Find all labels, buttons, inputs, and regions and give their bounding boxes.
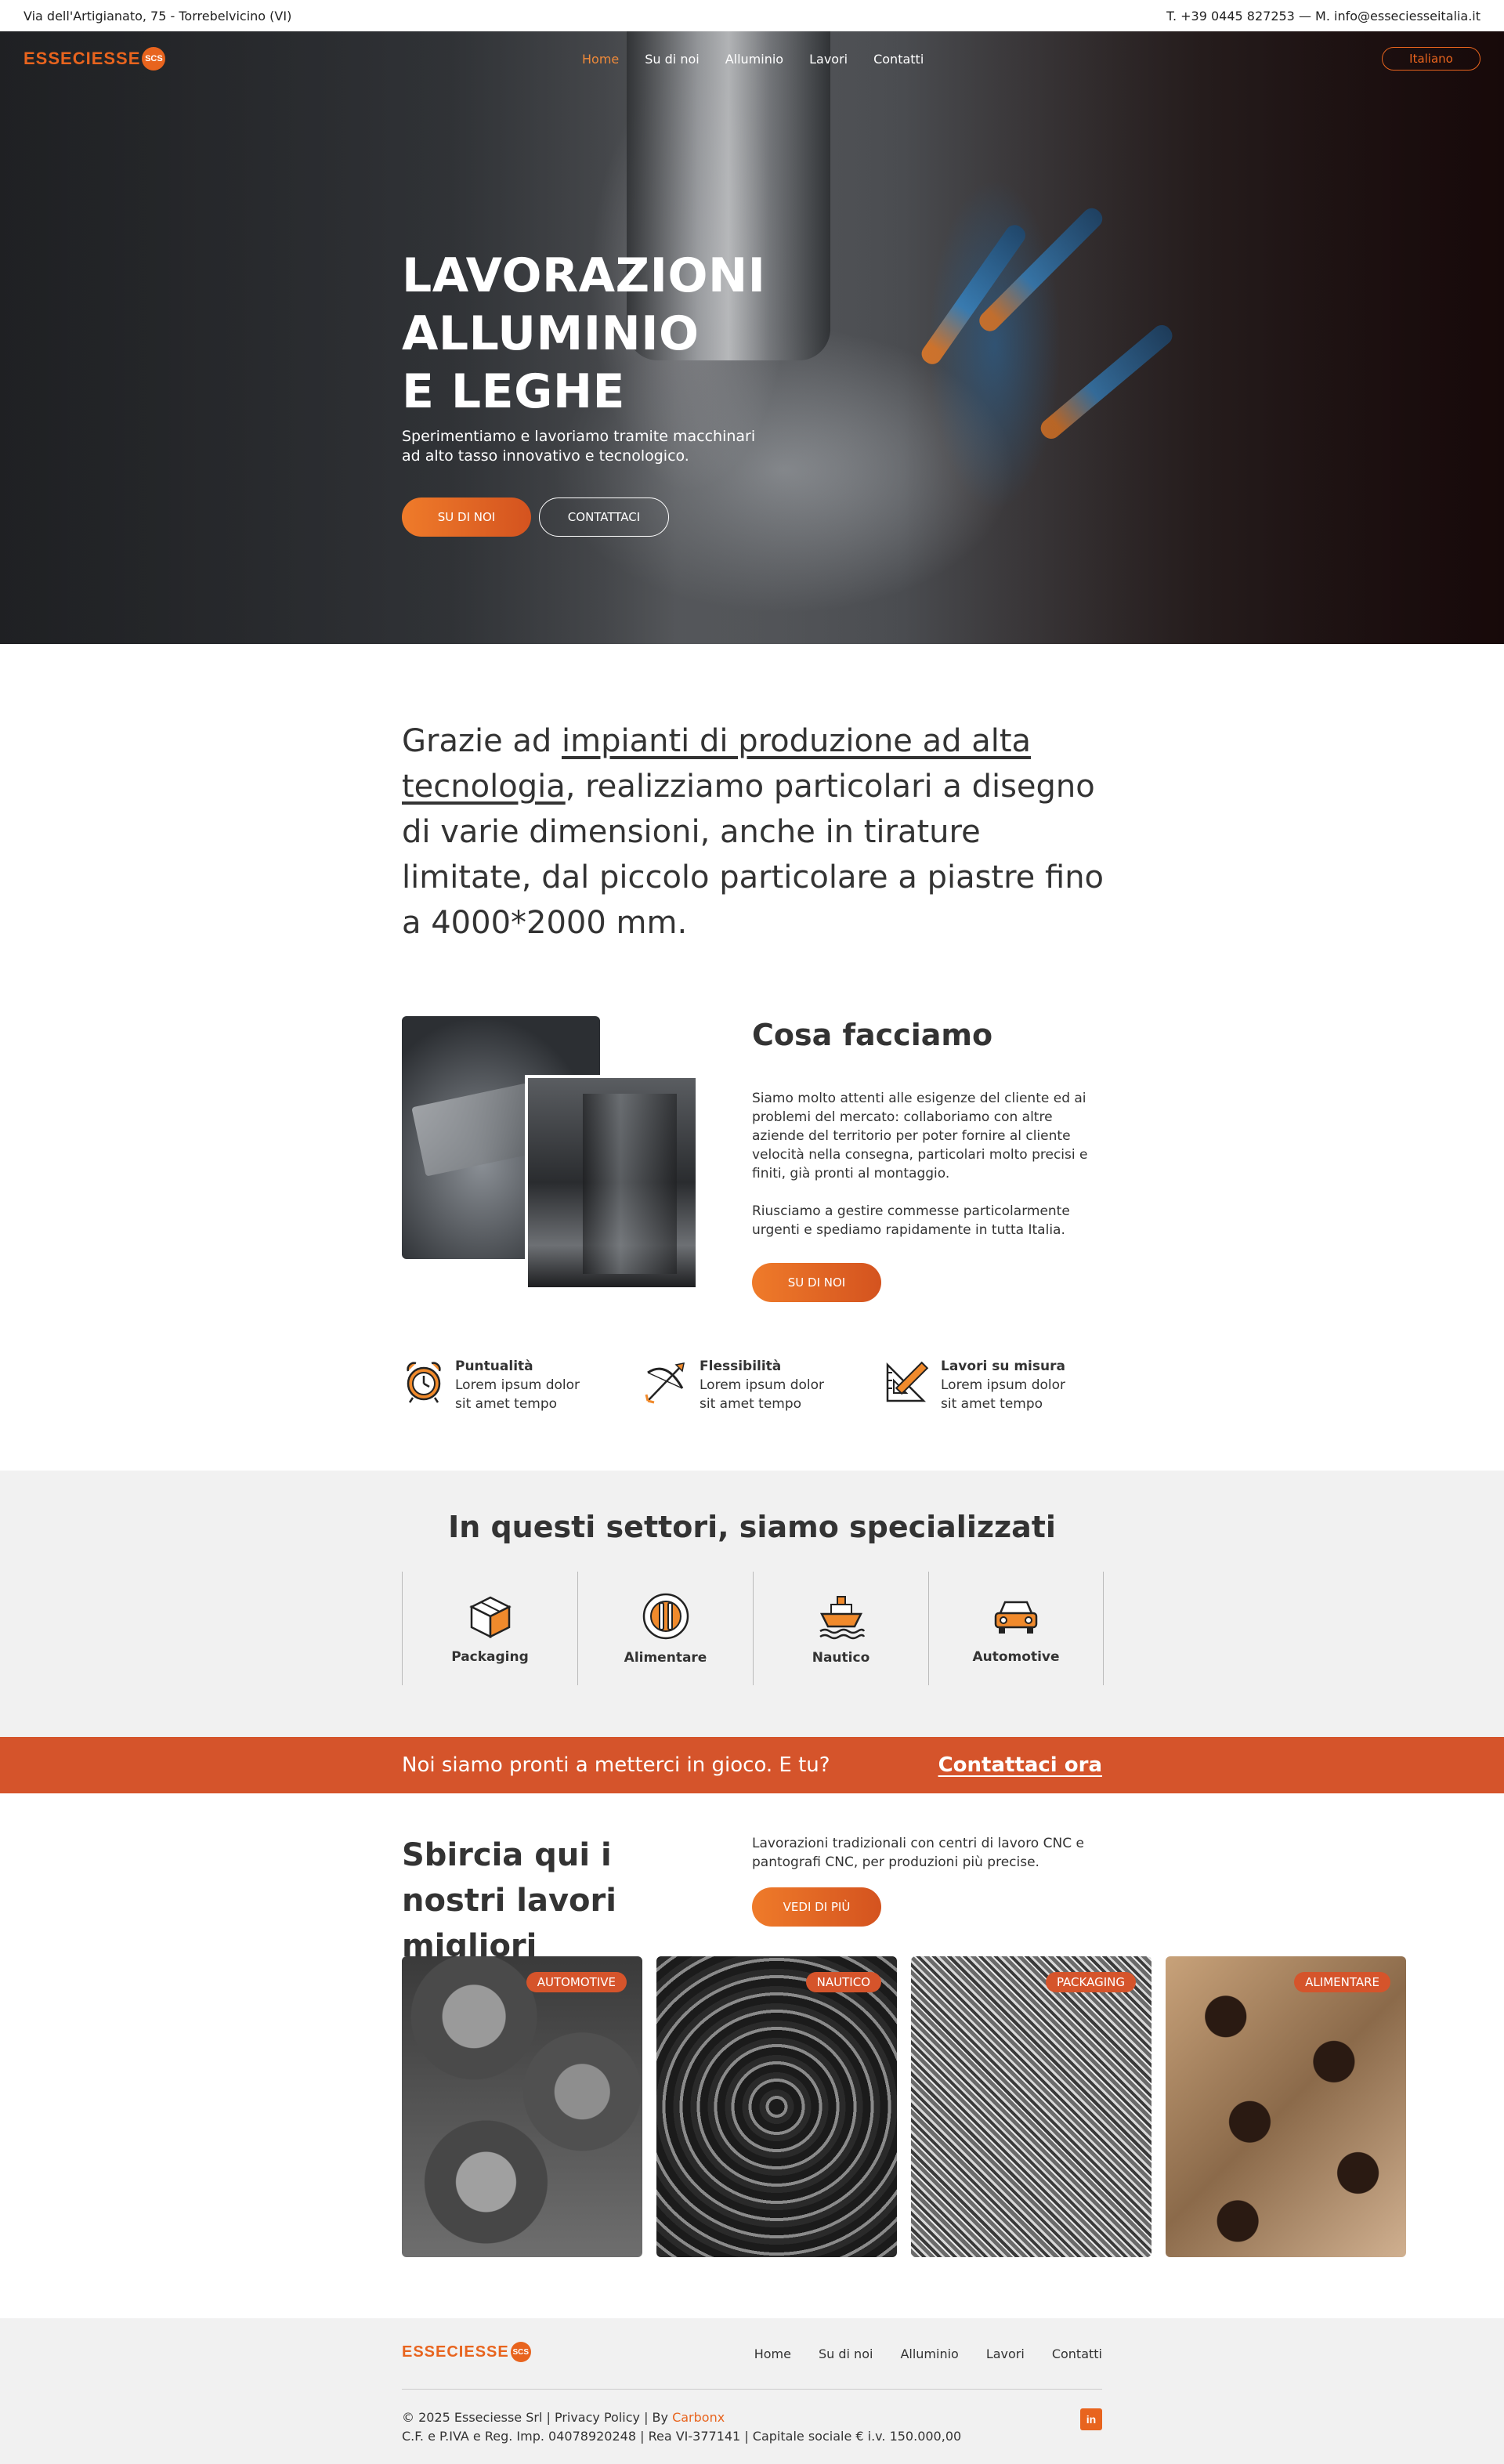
footer-copyright: © 2025 Esseciesse Srl | Privacy Policy |… [402,2408,961,2446]
hero-subtitle: Sperimentiamo e lavoriamo tramite macchi… [402,428,756,465]
category-badge: PACKAGING [1045,1972,1136,1992]
feature-title: Lavori su misura [941,1359,1065,1374]
category-badge: NAUTICO [805,1972,881,1992]
sector-item-packaging[interactable]: Packaging [402,1572,577,1685]
legal-text: C.F. e P.IVA e Reg. Imp. 04078920248 | R… [402,2429,962,2444]
feature-text: Lorem ipsum dolor sit amet tempo [455,1377,580,1412]
machinist-photo [525,1075,699,1290]
main-nav: ESSECIESSE SCS Home Su di noi Alluminio … [0,31,1504,86]
nav-item-contatti[interactable]: Contatti [873,52,924,67]
car-icon [994,1601,1038,1634]
work-card-nautico[interactable]: NAUTICO [656,1956,897,2257]
contact-button[interactable]: CONTATTACI [539,498,669,537]
sector-item-alimentare[interactable]: Alimentare [577,1572,753,1685]
nav-item-su-di-noi[interactable]: Su di noi [645,52,699,67]
feature-item: Puntualità Lorem ipsum dolor sit amet te… [402,1353,643,1471]
ruler-pencil-icon [886,1361,929,1402]
section-title: In questi settori, siamo specializzati [448,1510,1056,1544]
footer-link-contatti[interactable]: Contatti [1052,2346,1102,2361]
intro-section: Grazie ad impianti di produzione ad alta… [0,644,1504,946]
see-more-button[interactable]: VEDI DI PIÙ [752,1887,881,1927]
footer-link-su-di-noi[interactable]: Su di noi [819,2346,873,2361]
work-card-automotive[interactable]: AUTOMOTIVE [402,1956,642,2257]
feature-item: Lavori su misura Lorem ipsum dolor sit a… [884,1353,1126,1471]
nav-item-alluminio[interactable]: Alluminio [725,52,783,67]
features-row: Puntualità Lorem ipsum dolor sit amet te… [0,1353,1504,1471]
works-section: Sbircia qui i nostri lavori migliori Lav… [0,1793,1504,2318]
category-badge: ALIMENTARE [1294,1972,1390,1992]
linkedin-icon[interactable]: in [1080,2408,1102,2430]
paragraph: Lavorazioni tradizionali con centri di l… [752,1836,1084,1870]
nav-menu: Home Su di noi Alluminio Lavori Contatti [582,52,924,67]
contact-now-link[interactable]: Contattaci ora [938,1753,1102,1777]
intro-text: Grazie ad impianti di produzione ad alta… [402,723,1104,941]
ship-icon [819,1595,865,1639]
about-button[interactable]: SU DI NOI [402,498,531,537]
footer-link-lavori[interactable]: Lavori [986,2346,1025,2361]
package-box-icon [468,1596,512,1638]
feature-item: Flessibilità Lorem ipsum dolor sit amet … [643,1353,884,1471]
footer: ESSECIESSE SCS Home Su di noi Alluminio … [0,2318,1504,2464]
paragraph: Riusciamo a gestire commesse particolarm… [752,1203,1070,1238]
footer-link-alluminio[interactable]: Alluminio [900,2346,958,2361]
nav-item-lavori[interactable]: Lavori [809,52,848,67]
footer-logo[interactable]: ESSECIESSE SCS [402,2342,531,2362]
work-card-alimentare[interactable]: ALIMENTARE [1166,1956,1406,2257]
hero-content: LAVORAZIONI ALLUMINIO E LEGHE Sperimenti… [402,247,841,537]
sector-item-automotive[interactable]: Automotive [928,1572,1104,1685]
what-we-do-section: Cosa facciamo Siamo molto attenti alle e… [0,1016,1504,1353]
hero-section: ESSECIESSE SCS Home Su di noi Alluminio … [0,31,1504,644]
address-text: Via dell'Artigianato, 75 - Torrebelvicin… [24,8,292,24]
hero-title: LAVORAZIONI ALLUMINIO E LEGHE [402,248,766,419]
cutlery-plate-icon [642,1593,689,1639]
about-button[interactable]: SU DI NOI [752,1263,881,1302]
cta-band: Noi siamo pronti a metterci in gioco. E … [0,1737,1504,1793]
paragraph: Siamo molto attenti alle esigenze del cl… [752,1091,1088,1181]
category-badge: AUTOMOTIVE [526,1972,627,1992]
sector-item-nautico[interactable]: Nautico [753,1572,928,1685]
footer-link-home[interactable]: Home [754,2346,791,2361]
feature-text: Lorem ipsum dolor sit amet tempo [700,1377,825,1412]
feature-title: Flessibilità [700,1359,782,1374]
bow-arrow-icon [645,1362,685,1404]
language-button[interactable]: Italiano [1382,47,1480,71]
alarm-clock-icon [407,1362,441,1403]
nav-item-home[interactable]: Home [582,52,619,67]
contact-text[interactable]: T. +39 0445 827253 — M. info@esseciessei… [1166,9,1480,24]
footer-divider [402,2389,1102,2390]
work-card-packaging[interactable]: PACKAGING [911,1956,1152,2257]
site-logo[interactable]: ESSECIESSE SCS [24,47,166,71]
sectors-section: In questi settori, siamo specializzati P… [0,1471,1504,1737]
section-title: Sbircia qui i nostri lavori migliori [402,1837,616,1964]
agency-link[interactable]: Carbonx [672,2410,725,2425]
top-info-bar: Via dell'Artigianato, 75 - Torrebelvicin… [0,0,1504,31]
section-title: Cosa facciamo [752,1018,993,1052]
footer-menu: Home Su di noi Alluminio Lavori Contatti [754,2346,1102,2361]
feature-title: Puntualità [455,1359,533,1374]
cta-text: Noi siamo pronti a metterci in gioco. E … [402,1753,830,1777]
feature-text: Lorem ipsum dolor sit amet tempo [941,1377,1066,1412]
